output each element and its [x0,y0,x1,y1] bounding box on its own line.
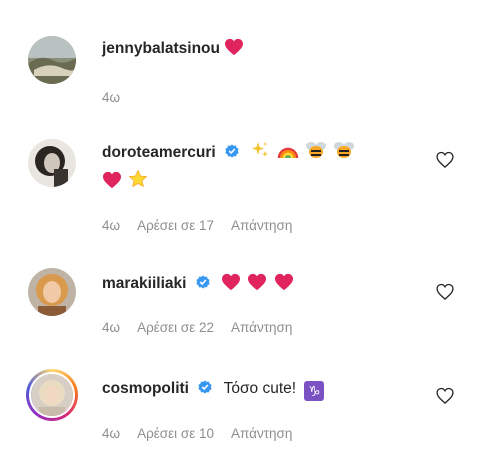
bee-icon [305,140,327,169]
comment-meta: 4ω Αρέσει σε 10 Απάντηση [102,426,306,441]
verified-badge-icon [198,380,212,394]
avatar[interactable] [28,36,76,84]
sparkles-icon [250,140,270,169]
heart-icon [221,273,241,300]
verified-badge-icon [196,275,210,289]
heart-icon [247,273,267,300]
bee-icon [333,140,355,169]
reply-button[interactable]: Απάντηση [231,426,292,441]
likes-count[interactable]: Αρέσει σε 17 [137,218,214,233]
comment-text: Τόσο cute! [223,380,297,397]
star-icon [128,169,148,198]
comment-time: 4ω [102,320,121,335]
heart-icon [224,38,244,65]
username[interactable]: doroteamercuri [102,144,216,161]
reply-button[interactable]: Απάντηση [231,320,292,335]
likes-count[interactable]: Αρέσει σε 22 [137,320,214,335]
rainbow-icon [277,140,299,169]
like-heart-outline-icon[interactable] [435,386,455,406]
heart-icon [274,273,294,300]
verified-badge-icon [225,144,239,158]
avatar[interactable] [28,139,76,187]
avatar-portrait-image [28,268,76,316]
avatar-landscape-image [28,36,76,84]
likes-count[interactable]: Αρέσει σε 10 [137,426,214,441]
reply-button[interactable]: Απάντηση [231,218,292,233]
heart-icon [102,171,122,198]
like-heart-outline-icon[interactable] [435,150,455,170]
avatar-portrait-image [31,374,73,416]
comment-time: 4ω [102,426,121,441]
avatar[interactable] [28,268,76,316]
comment-meta: 4ω Αρέσει σε 22 Απάντηση [102,320,306,335]
avatar-portrait-image [28,139,76,187]
comment-meta: 4ω Αρέσει σε 17 Απάντηση [102,218,306,233]
username[interactable]: jennybalatsinou [102,40,220,57]
comment-meta: 4ω [102,90,134,105]
comment-time: 4ω [102,218,121,233]
capricorn-icon: ♑ [304,381,325,401]
username[interactable]: marakiiliaki [102,275,186,292]
avatar-with-story-ring[interactable] [26,369,78,421]
comment-time: 4ω [102,90,121,105]
like-heart-outline-icon[interactable] [435,282,455,302]
username[interactable]: cosmopoliti [102,380,189,397]
